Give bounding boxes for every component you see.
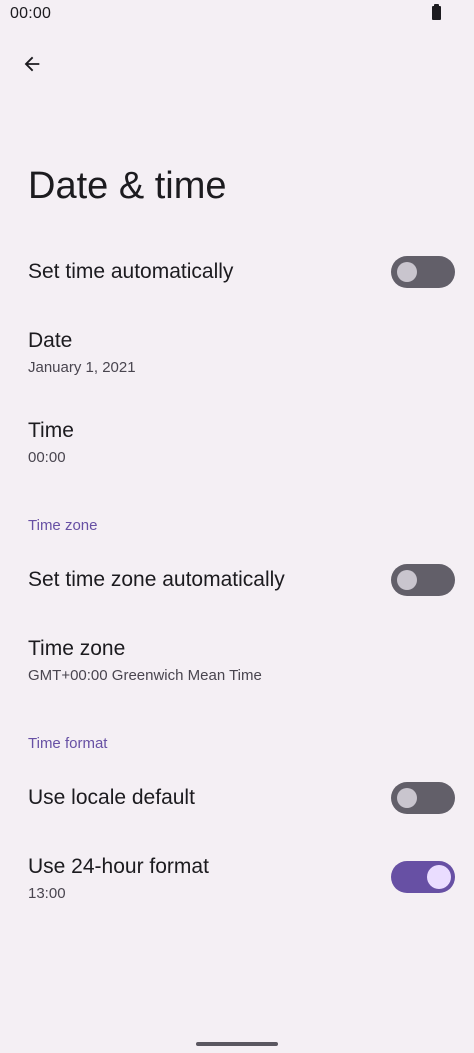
back-button[interactable] xyxy=(12,44,52,84)
setting-use-locale-default[interactable]: Use locale default xyxy=(0,766,474,830)
setting-set-time-automatically[interactable]: Set time automatically xyxy=(0,240,474,304)
setting-value: GMT+00:00 Greenwich Mean Time xyxy=(28,667,262,684)
setting-title: Time xyxy=(28,419,74,442)
setting-time-zone[interactable]: Time zone GMT+00:00 Greenwich Mean Time xyxy=(0,626,474,700)
status-bar: 00:00 xyxy=(0,0,474,30)
setting-title: Set time zone automatically xyxy=(28,568,285,591)
use-locale-default-switch[interactable] xyxy=(391,782,455,814)
battery-icon xyxy=(432,4,441,20)
setting-date[interactable]: Date January 1, 2021 xyxy=(0,318,474,392)
setting-time[interactable]: Time 00:00 xyxy=(0,408,474,482)
setting-value: 00:00 xyxy=(28,449,66,466)
status-time: 00:00 xyxy=(10,5,52,22)
switch-thumb xyxy=(397,262,417,282)
setting-value: 13:00 xyxy=(28,885,66,902)
arrow-back-icon xyxy=(24,56,40,72)
page-title: Date & time xyxy=(28,165,227,207)
set-time-automatically-switch[interactable] xyxy=(391,256,455,288)
setting-title: Date xyxy=(28,329,73,352)
switch-thumb xyxy=(397,570,417,590)
setting-title: Use locale default xyxy=(28,786,195,809)
setting-title: Use 24-hour format xyxy=(28,855,209,878)
set-time-zone-automatically-switch[interactable] xyxy=(391,564,455,596)
setting-title: Time zone xyxy=(28,637,126,660)
switch-thumb xyxy=(427,865,451,889)
use-24-hour-format-switch[interactable] xyxy=(391,861,455,893)
section-header-time-format: Time format xyxy=(28,735,108,752)
setting-value: January 1, 2021 xyxy=(28,359,136,376)
setting-title: Set time automatically xyxy=(28,260,234,283)
setting-use-24-hour-format[interactable]: Use 24-hour format 13:00 xyxy=(0,844,474,918)
setting-set-time-zone-automatically[interactable]: Set time zone automatically xyxy=(0,548,474,612)
home-indicator[interactable] xyxy=(196,1042,278,1046)
section-header-time-zone: Time zone xyxy=(28,517,98,534)
switch-thumb xyxy=(397,788,417,808)
